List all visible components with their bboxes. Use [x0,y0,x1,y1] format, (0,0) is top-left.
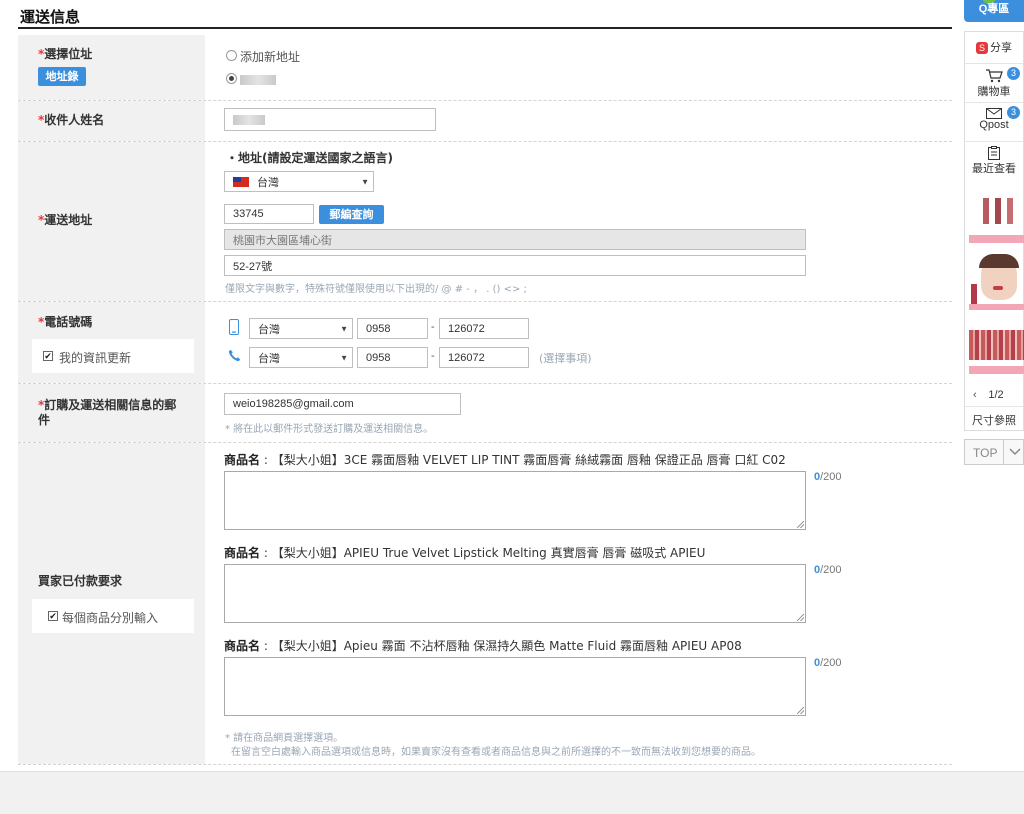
chevron-left-icon[interactable]: ‹ [973,389,977,401]
recipient-name-input[interactable] [224,108,436,131]
add-new-address-radio[interactable] [226,50,237,61]
recent-pager: ‹ 1/2 [973,389,1004,401]
clipboard-icon [988,146,1000,160]
email-hint: * 將在此以郵件形式發送訂購及運送相關信息。 [225,424,434,435]
home-country-select[interactable]: 台灣 ▼ [249,347,353,368]
cart-count-badge: 3 [1007,67,1020,80]
char-counter-3: 0/200 [814,657,842,669]
qpost-count-badge: 3 [1007,106,1020,119]
mobile-country-select[interactable]: 台灣 ▼ [249,318,353,339]
address-book-button[interactable]: 地址錄 [38,67,86,86]
share-button[interactable]: S 分享 [965,39,1023,55]
optional-note: (選擇事項) [539,352,592,365]
chevron-down-icon: ▼ [340,324,348,333]
product-request-textarea-1[interactable] [224,471,806,530]
address-hint: 僅限文字與數字，特殊符號僅限使用以下出現的/ @ # - ， . () <> ; [225,284,527,295]
chevron-down-icon: ▼ [361,177,369,186]
shipping-address-label: 運送地址 [44,213,93,227]
cart-button[interactable]: 3 購物車 [965,67,1023,99]
phone-dash: - [431,350,435,362]
email-input[interactable]: weio198285@gmail.com [224,393,461,415]
product-title-2: 商品名 : 【梨大小姐】APIEU True Velvet Lipstick M… [224,546,706,560]
recipient-label: 收件人姓名 [44,113,105,127]
product-title-3: 商品名 : 【梨大小姐】Apieu 霧面 不沾杯唇釉 保濕持久顯色 Matte … [224,639,742,653]
title-divider [18,27,952,29]
country-select[interactable]: 台灣 ▼ [224,171,374,192]
recent-product-thumb-3[interactable] [969,322,1024,382]
qpost-button[interactable]: 3 Qpost [965,106,1023,138]
mobile-phone-icon [229,319,239,335]
address-select-row: *選擇位址 地址錄 添加新地址 [18,35,952,101]
char-counter-1: 0/200 [814,471,842,483]
request-note-2: 在留言空白處輸入商品選項或信息時，如果賣家沒有查看或者商品信息與之前所選擇的不一… [231,747,761,758]
phone-dash: - [431,321,435,333]
email-label: 訂購及運送相關信息的郵件 [38,398,177,427]
address-line2-input[interactable]: 52-27號 [224,255,806,276]
per-item-box: ✔ 每個商品分別輸入 [32,599,194,633]
request-note-1: * 請在商品網頁選擇選項。 [225,733,344,744]
right-sidebar: Q專區 S 分享 3 購物車 3 Qpost 最近查看 ‹ 1/2 尺寸參照 T… [964,0,1024,814]
scroll-top-button[interactable]: TOP [964,439,1024,465]
q-zone-button[interactable]: Q專區 [964,0,1024,22]
shipping-info-form: 運送信息 *選擇位址 地址錄 添加新地址 *收件人姓名 *運送地址 ・地址(請設… [0,0,952,770]
share-icon: S [976,42,988,55]
home-number-input[interactable]: 126072 [439,347,529,368]
recent-view-button[interactable]: 最近查看 [965,146,1023,178]
product-title-1: 商品名 : 【梨大小姐】3CE 霧面唇釉 VELVET LIP TINT 霧面唇… [224,453,786,467]
page-footer-bar [0,771,1024,814]
per-item-checkbox[interactable]: ✔ [48,611,58,621]
address-heading: ・地址(請設定運送國家之語言) [226,151,393,165]
product-request-textarea-2[interactable] [224,564,806,623]
telephone-icon [228,349,241,362]
section-title: 運送信息 [20,8,81,26]
address-line1-input: 桃園市大園區埔心街 [224,229,806,250]
add-new-address-label: 添加新地址 [240,50,301,64]
shipping-address-row: *運送地址 ・地址(請設定運送國家之語言) 台灣 ▼ 33745 郵編查詢 桃園… [18,142,952,302]
product-request-textarea-3[interactable] [224,657,806,716]
home-prefix-input[interactable]: 0958 [357,347,428,368]
mail-icon [986,108,1002,119]
char-counter-2: 0/200 [814,564,842,576]
recent-product-thumb-1[interactable] [969,192,1024,252]
zipcode-input[interactable]: 33745 [224,204,314,224]
my-info-update-box: ✔ 我的資訊更新 [32,339,194,373]
email-row: *訂購及運送相關信息的郵件 weio198285@gmail.com * 將在此… [18,384,952,443]
my-info-update-checkbox[interactable]: ✔ [43,351,53,361]
buyer-request-label: 買家已付款要求 [38,574,123,588]
saved-address-label [240,74,276,88]
taiwan-flag-icon [233,176,249,187]
cart-icon [986,69,1003,83]
phone-row: *電話號碼 ✔ 我的資訊更新 台灣 ▼ 0958 - 126072 台灣 ▼ 0… [18,302,952,384]
size-reference-button[interactable]: 尺寸參照 [965,412,1023,428]
my-info-update-label: 我的資訊更新 [59,351,132,365]
mobile-prefix-input[interactable]: 0958 [357,318,428,339]
per-item-label: 每個商品分別輸入 [62,611,159,625]
phone-label: 電話號碼 [44,315,93,329]
chevron-down-icon: ▼ [340,353,348,362]
sidebar-panel: S 分享 3 購物車 3 Qpost 最近查看 ‹ 1/2 尺寸參照 [964,31,1024,431]
buyer-request-row: 買家已付款要求 ✔ 每個商品分別輸入 商品名 : 【梨大小姐】3CE 霧面唇釉 … [18,443,952,765]
mobile-number-input[interactable]: 126072 [439,318,529,339]
recent-product-thumb-2[interactable] [969,254,1024,314]
zip-search-button[interactable]: 郵編查詢 [319,205,384,224]
saved-address-radio[interactable] [226,73,237,84]
address-select-label: 選擇位址 [44,47,93,61]
recipient-row: *收件人姓名 [18,101,952,142]
chevron-down-icon[interactable] [1009,448,1021,456]
